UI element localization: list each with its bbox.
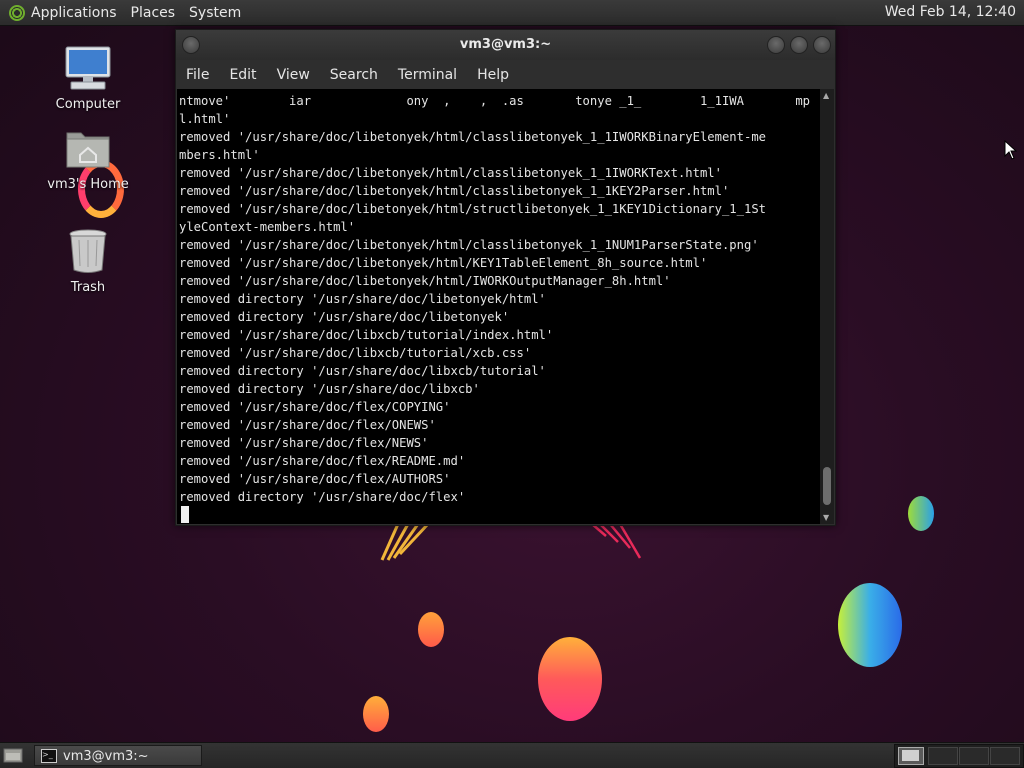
taskbar-terminal-button[interactable]: >_ vm3@vm3:~ (34, 745, 202, 766)
terminal-line: removed '/usr/share/doc/flex/README.md' (179, 454, 466, 468)
terminal-line: removed '/usr/share/doc/flex/COPYING' (179, 400, 451, 414)
desktop-icon-trash[interactable]: Trash (43, 228, 133, 295)
home-folder-icon (66, 132, 110, 168)
terminal-line: removed directory '/usr/share/doc/libxcb… (179, 364, 546, 378)
minimize-icon[interactable] (767, 36, 785, 54)
terminal-line: removed '/usr/share/doc/flex/ONEWS' (179, 418, 436, 432)
wallpaper-blob-blue (908, 496, 934, 531)
menu-help[interactable]: Help (477, 67, 509, 83)
terminal-scrollbar[interactable]: ▲ ▼ (820, 89, 834, 524)
wallpaper-blob-orange-small (418, 612, 444, 647)
desktop-icon-label: vm3's Home (47, 177, 129, 192)
menu-edit[interactable]: Edit (229, 67, 256, 83)
top-panel: Applications Places System Wed Feb 14, 1… (0, 0, 1024, 25)
text-cursor (181, 506, 189, 523)
scroll-down-icon[interactable]: ▼ (823, 513, 829, 522)
trash-icon (69, 229, 107, 273)
terminal-line: removed directory '/usr/share/doc/libeto… (179, 292, 546, 306)
window-title: vm3@vm3:~ (459, 37, 552, 52)
terminal-line: yleContext-members.html' (179, 220, 356, 234)
terminal-line: removed '/usr/share/doc/flex/NEWS' (179, 436, 429, 450)
terminal-line: removed '/usr/share/doc/libetonyek/html/… (179, 166, 722, 180)
terminal-line: removed '/usr/share/doc/libetonyek/html/… (179, 274, 671, 288)
terminal-icon: >_ (41, 749, 57, 763)
terminal-line: mbers.html' (179, 148, 260, 162)
terminal-line: removed '/usr/share/doc/libetonyek/html/… (179, 202, 766, 216)
workspace-3[interactable] (959, 747, 989, 765)
distro-logo-icon[interactable] (9, 4, 25, 21)
menu-applications[interactable]: Applications (31, 5, 117, 21)
workspace-2[interactable] (928, 747, 958, 765)
wallpaper-stripes-yellow (380, 522, 430, 561)
desktop-icon-label: Trash (70, 280, 106, 295)
terminal-line: l.html' (179, 112, 231, 126)
terminal-line: removed directory '/usr/share/doc/libeto… (179, 310, 510, 324)
computer-icon (65, 46, 111, 90)
menu-view[interactable]: View (277, 67, 310, 83)
bottom-panel: >_ vm3@vm3:~ (0, 743, 1024, 768)
menu-search[interactable]: Search (330, 67, 378, 83)
taskbar-window-label: vm3@vm3:~ (63, 749, 149, 764)
terminal-line: removed '/usr/share/doc/libetonyek/html/… (179, 130, 766, 144)
maximize-icon[interactable] (790, 36, 808, 54)
menu-terminal[interactable]: Terminal (398, 67, 457, 83)
close-icon[interactable] (813, 36, 831, 54)
workspace-1[interactable] (898, 747, 924, 765)
scroll-up-icon[interactable]: ▲ (823, 91, 829, 100)
clock[interactable]: Wed Feb 14, 12:40 (885, 4, 1016, 20)
terminal-line: removed '/usr/share/doc/libetonyek/html/… (179, 184, 730, 198)
terminal-line: removed '/usr/share/doc/flex/AUTHORS' (179, 472, 451, 486)
mouse-pointer-icon (1004, 140, 1018, 160)
wallpaper-blob-orange-large (538, 637, 602, 721)
terminal-menubar: File Edit View Search Terminal Help (176, 60, 835, 89)
terminal-titlebar[interactable]: vm3@vm3:~ (176, 30, 835, 60)
terminal-window[interactable]: vm3@vm3:~ File Edit View Search Terminal… (175, 29, 836, 526)
terminal-output[interactable]: ntmove' iar ony , , .as tonye _1_ 1_1IWA… (177, 89, 820, 524)
wallpaper-stripes-pink (591, 523, 642, 559)
wallpaper-blob-orange-tiny (363, 696, 389, 732)
menu-places[interactable]: Places (131, 5, 176, 21)
workspace-switcher[interactable] (894, 744, 1024, 768)
desktop-icon-computer[interactable]: Computer (43, 45, 133, 112)
menu-system[interactable]: System (189, 5, 241, 21)
terminal-line: removed '/usr/share/doc/libxcb/tutorial/… (179, 346, 532, 360)
terminal-line: removed '/usr/share/doc/libetonyek/html/… (179, 256, 708, 270)
scroll-thumb[interactable] (823, 467, 831, 505)
terminal-lines: ntmove' iar ony , , .as tonye _1_ 1_1IWA… (177, 89, 820, 506)
desktop-icon-label: Computer (55, 97, 121, 112)
show-desktop-icon[interactable] (3, 747, 23, 764)
menu-file[interactable]: File (186, 67, 209, 83)
window-menu-icon[interactable] (182, 36, 200, 54)
terminal-line: removed '/usr/share/doc/libxcb/tutorial/… (179, 328, 554, 342)
terminal-line: removed directory '/usr/share/doc/libxcb… (179, 382, 480, 396)
terminal-line: ntmove' iar ony , , .as tonye _1_ 1_1IWA… (179, 94, 811, 108)
terminal-line: removed directory '/usr/share/doc/flex' (179, 490, 466, 504)
terminal-line: removed '/usr/share/doc/libetonyek/html/… (179, 238, 759, 252)
wallpaper-blob-large (838, 583, 902, 667)
desktop-icon-home[interactable]: vm3's Home (43, 127, 133, 192)
workspace-4[interactable] (990, 747, 1020, 765)
